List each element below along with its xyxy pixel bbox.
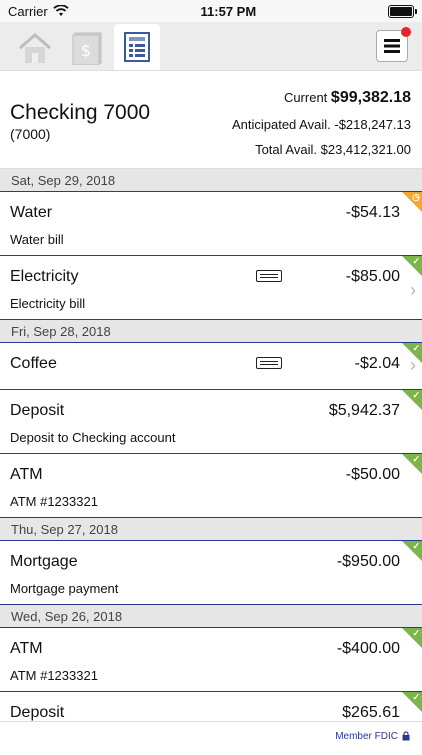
total-label: Total Avail. [255,142,317,157]
cleared-check-icon: ✓ [402,256,422,276]
cleared-check-icon: ✓ [402,692,422,712]
cleared-check-icon: ✓ [402,454,422,474]
carrier-label: Carrier [8,3,48,19]
date-header: Wed, Sep 26, 2018 [0,605,422,628]
transaction-row[interactable]: Water -$54.13 Water bill ◷ [0,192,422,256]
anticipated-value: -$218,247.13 [334,117,411,132]
receipt-icon [256,270,282,282]
register-icon [124,32,150,62]
date-header: Fri, Sep 28, 2018 [0,320,422,343]
chevron-right-icon: › [410,280,416,300]
footer: Member FDIC [0,721,422,750]
member-fdic-label: Member FDIC [335,730,398,742]
transfer-button[interactable]: $ [64,26,110,70]
cleared-check-icon: ✓ [402,541,422,561]
transaction-name: Deposit [10,402,65,419]
transaction-name: ATM [10,640,43,657]
notification-badge [401,27,411,37]
receipt-icon [256,357,282,369]
transaction-memo: Water bill [10,232,64,247]
cleared-check-icon: ✓ [402,390,422,410]
transaction-row[interactable]: Mortgage -$950.00 Mortgage payment ✓ [0,541,422,605]
transaction-name: Mortgage [10,553,78,570]
transaction-name: Water [10,204,53,221]
account-summary: Checking 7000 (7000) Current $99,382.18 … [0,71,422,169]
svg-text:$: $ [81,41,91,60]
clock: 11:57 PM [200,3,257,19]
transaction-row[interactable]: ATM -$50.00 ATM #1233321 ✓ [0,454,422,518]
hamburger-icon [384,39,400,53]
transaction-amount: -$50.00 [345,466,400,483]
lock-icon [402,731,410,741]
pending-clock-icon: ◷ [402,192,422,212]
home-icon [19,33,51,63]
home-button[interactable] [12,26,58,70]
dollar-doc-icon: $ [72,32,102,65]
transaction-memo: ATM #1233321 [10,668,98,683]
transaction-amount: -$950.00 [336,553,400,570]
carrier-group: Carrier [8,4,69,19]
register-button[interactable] [114,24,160,70]
total-value: $23,412,321.00 [320,142,411,157]
anticipated-balance: Anticipated Avail. -$218,247.13 [232,117,411,132]
battery-icon [387,4,417,18]
transaction-list: Sat, Sep 29, 2018 Water -$54.13 Water bi… [0,169,422,755]
anticipated-label: Anticipated Avail. [231,117,331,132]
transaction-row[interactable]: ATM -$400.00 ATM #1233321 ✓ [0,628,422,692]
transaction-amount: -$2.04 [354,355,400,372]
transaction-amount: -$54.13 [345,204,400,221]
transaction-amount: $5,942.37 [328,402,400,419]
total-balance: Total Avail. $23,412,321.00 [255,142,411,157]
transaction-row[interactable]: Coffee -$2.04 ✓ › [0,343,422,390]
menu-button[interactable] [376,27,411,62]
transaction-name: Deposit [10,704,65,721]
transaction-row[interactable]: Electricity -$85.00 Electricity bill ✓ › [0,256,422,320]
current-label: Current [283,90,328,105]
account-number: (7000) [10,126,51,142]
transaction-memo: Mortgage payment [10,581,119,596]
toolbar: $ [0,22,422,71]
transaction-memo: ATM #1233321 [10,494,98,509]
transaction-row[interactable]: Deposit $5,942.37 Deposit to Checking ac… [0,390,422,454]
transaction-name: ATM [10,466,43,483]
chevron-right-icon: › [410,355,416,375]
status-bar: Carrier 11:57 PM [0,0,422,22]
transaction-memo: Deposit to Checking account [10,430,176,445]
cleared-check-icon: ✓ [402,628,422,648]
transaction-amount: -$400.00 [336,640,400,657]
current-value: $99,382.18 [330,89,411,106]
date-header: Sat, Sep 29, 2018 [0,169,422,192]
wifi-icon [53,5,69,16]
transaction-name: Electricity [10,268,79,285]
date-header: Thu, Sep 27, 2018 [0,518,422,541]
transaction-amount: -$85.00 [345,268,400,285]
transaction-memo: Electricity bill [10,296,86,311]
transaction-amount: $265.61 [342,704,400,721]
transaction-name: Coffee [10,355,57,372]
account-name: Checking 7000 [10,101,151,124]
current-balance: Current $99,382.18 [284,89,411,107]
